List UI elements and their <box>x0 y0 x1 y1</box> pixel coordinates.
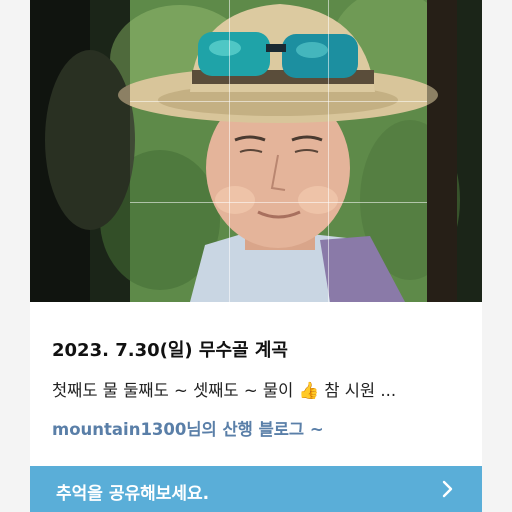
memory-card[interactable]: 2023. 7.30(일) 무수골 계곡 첫째도 물 둘째도 ~ 셋째도 ~ 물… <box>30 0 482 512</box>
crop-dim-right <box>427 0 482 302</box>
chevron-right-icon <box>442 480 453 498</box>
crop-dim-left <box>30 0 130 302</box>
post-description: 첫째도 물 둘째도 ~ 셋째도 ~ 물이 👍 참 시원 ... <box>52 381 397 400</box>
share-memory-button[interactable]: 추억을 공유해보세요. <box>30 466 482 512</box>
post-info[interactable]: 2023. 7.30(일) 무수골 계곡 첫째도 물 둘째도 ~ 셋째도 ~ 물… <box>30 302 482 466</box>
post-title: 2023. 7.30(일) 무수골 계곡 <box>52 340 288 361</box>
share-label: 추억을 공유해보세요. <box>56 484 210 504</box>
blog-name-link[interactable]: mountain1300님의 산행 블로그 ~ <box>52 416 462 440</box>
memory-photo[interactable] <box>30 0 482 302</box>
